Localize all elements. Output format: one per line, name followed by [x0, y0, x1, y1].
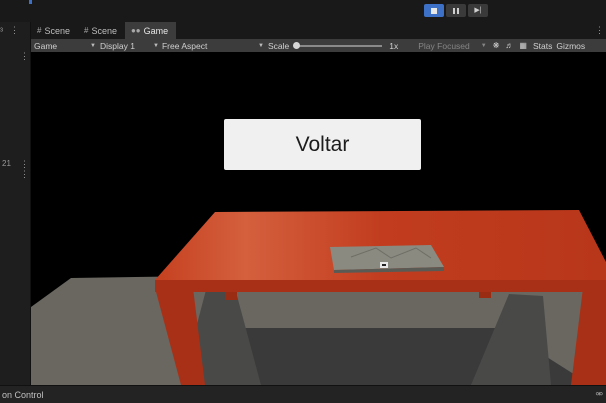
chevron-down-icon: ▼ [153, 42, 159, 49]
play-focused-dropdown[interactable]: Play Focused ▼ [418, 41, 486, 51]
view-mode-label: Game [34, 40, 58, 51]
stop-icon [431, 7, 437, 14]
bug-icon[interactable]: ❋ [493, 41, 500, 50]
display-dropdown[interactable]: Display 1 [100, 41, 150, 51]
panel-fragment-label: ³ [0, 26, 3, 36]
status-label: on Control [2, 389, 44, 400]
aspect-dropdown[interactable]: ▼ Free Aspect ▼ [153, 41, 264, 51]
step-button[interactable]: ▶| [468, 4, 488, 17]
gamepad-icon: ●● [130, 26, 141, 35]
panel-menu-icon[interactable]: ⋮ [20, 169, 29, 180]
gizmos-button[interactable]: Gizmos [556, 41, 585, 51]
view-mode-dropdown[interactable]: Game ▼ [34, 41, 96, 51]
game-view-toolbar: Game ▼ Display 1 ▼ Free Aspect ▼ Scale 1… [31, 39, 606, 52]
tab-label: Scene [44, 25, 70, 36]
tab-scene[interactable]: # Scene [31, 22, 78, 39]
step-icon: ▶| [474, 7, 482, 14]
tablet-device [382, 264, 386, 266]
status-bar: on Control [0, 385, 606, 403]
aspect-label: Free Aspect [161, 40, 208, 51]
display-label: Display 1 [100, 40, 135, 51]
scene-render [31, 210, 606, 385]
pause-icon [453, 7, 459, 14]
chevron-down-icon: ▼ [480, 42, 487, 49]
voltar-button[interactable]: Voltar [224, 119, 421, 170]
tab-game[interactable]: ●● Game [124, 22, 177, 39]
chevron-down-icon: ▼ [258, 42, 264, 49]
stats-button[interactable]: Stats [533, 41, 552, 51]
hash-icon: # [37, 26, 42, 35]
tab-label: Game [143, 25, 169, 36]
play-focused-label: Play Focused [418, 40, 470, 51]
top-toolbar: ▶| [0, 0, 606, 22]
scale-slider[interactable] [293, 41, 383, 49]
left-panel-strip: ⋮ 21 ⋮ ⋮ [0, 22, 31, 385]
tab-bar: # Scene # Scene ●● Game [31, 22, 606, 39]
table-edge [155, 280, 606, 292]
game-viewport[interactable]: Voltar [31, 52, 606, 385]
tab-label: Scene [91, 25, 117, 36]
scale-value: 1x [389, 40, 399, 51]
keyboard-icon[interactable]: ▦ [519, 41, 527, 50]
scale-slider-knob[interactable] [293, 41, 301, 49]
play-controls: ▶| [424, 4, 488, 17]
audio-mute-icon[interactable]: ♬ [505, 41, 513, 50]
tab-options-icon[interactable]: ⋮ [595, 25, 604, 36]
play-button[interactable] [424, 4, 444, 17]
scale-control[interactable]: Scale 1x [268, 41, 398, 51]
selection-marker [29, 0, 32, 4]
lock-icon[interactable]: ⚮ [595, 389, 603, 400]
tab-menu-icon[interactable]: ⋮ [10, 25, 19, 36]
scale-label: Scale [268, 40, 290, 51]
pause-button[interactable] [446, 4, 466, 17]
tab-scene-2[interactable]: # Scene [78, 22, 125, 39]
hash-icon: # [83, 26, 89, 35]
panel-fragment-label: 21 [2, 159, 11, 168]
panel-menu-icon[interactable]: ⋮ [20, 51, 29, 62]
chevron-down-icon: ▼ [90, 42, 96, 49]
